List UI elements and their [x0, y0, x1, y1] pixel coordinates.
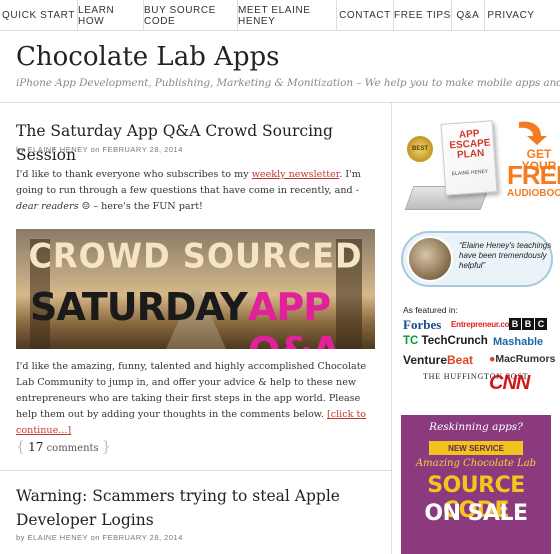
intro-text-3: – here's the FUN part! [90, 201, 203, 212]
byline-by: by [16, 533, 25, 542]
avatar [407, 236, 453, 282]
bbc-letter: B [522, 318, 534, 330]
cta-audiobook: AUDIOBOOK [507, 188, 560, 199]
sidebar: BEST APP ESCAPE PLAN ELAINE HENEY GET YO… [393, 103, 560, 554]
byline-author[interactable]: ELAINE HENEY [28, 145, 88, 154]
techcrunch-logo: TC TechCrunch [403, 335, 488, 347]
new-service-ribbon: NEW SERVICE [429, 441, 523, 455]
byline-on: on [90, 145, 100, 154]
nav-qa[interactable]: Q&A [452, 0, 485, 31]
cnn-logo: CNN [489, 372, 530, 394]
source-ad-on-sale: ON SALE [424, 501, 528, 526]
testimonial: “Elaine Heney's teachings have been trem… [401, 231, 553, 287]
entrepreneur-logo: Entrepreneur.com [451, 320, 517, 329]
smiley-icon: ☺ [81, 201, 91, 212]
featured-in-label: As featured in: [403, 305, 458, 315]
site-description: iPhone App Development, Publishing, Mark… [16, 77, 560, 89]
post-divider [0, 470, 392, 471]
page: QUICK START LEARN HOW BUY SOURCE CODE ME… [0, 0, 560, 554]
post-body-text: I'd like the amazing, funny, talented an… [16, 361, 367, 420]
byline-by: by [16, 145, 25, 154]
nav-free-tips[interactable]: FREE TIPS [394, 0, 452, 31]
post-intro: I'd like to thank everyone who subscribe… [16, 167, 376, 215]
mashable-logo: Mashable [493, 336, 544, 348]
nav-learn-how[interactable]: LEARN HOW [78, 0, 144, 31]
comments-count: 17 [28, 440, 44, 454]
nav-contact[interactable]: CONTACT [337, 0, 394, 31]
byline-on: on [90, 533, 100, 542]
source-code-ad[interactable]: Reskinning apps? NEW SERVICE Amazing Cho… [401, 415, 551, 554]
venturebeat-beat: Beat [447, 353, 474, 367]
site-title[interactable]: Chocolate Lab Apps [16, 42, 280, 72]
banner-text-saturday: SATURDAY [30, 285, 248, 329]
brace-left-icon: { [16, 439, 25, 455]
brace-right-icon: } [101, 439, 111, 455]
post-banner-image[interactable]: CROWD SOURCED SATURDAY APP Q&A [16, 229, 375, 349]
techcrunch-name: TechCrunch [421, 335, 488, 347]
top-nav: QUICK START LEARN HOW BUY SOURCE CODE ME… [0, 0, 560, 31]
newsletter-link[interactable]: weekly newsletter [252, 169, 340, 180]
forbes-logo: Forbes [403, 317, 442, 332]
huffington-post-logo: THE HUFFINGTON POST [423, 372, 529, 381]
comments-label: comments [46, 443, 99, 454]
bbc-letter: C [535, 318, 547, 330]
macrumors-logo: ●MacRumors [489, 353, 555, 365]
content-column: The Saturday App Q&A Crowd Sourcing Sess… [0, 103, 392, 554]
post-body: I'd like the amazing, funny, talented an… [16, 359, 376, 439]
byline-date: FEBRUARY 28, 2014 [102, 533, 183, 542]
bbc-logo: B B C [509, 318, 547, 330]
cta-free: FREE [507, 160, 560, 190]
bbc-letter: B [509, 318, 521, 330]
byline-author[interactable]: ELAINE HENEY [28, 533, 88, 542]
post-byline: by ELAINE HENEY on FEBRUARY 28, 2014 [16, 145, 183, 154]
nav-meet-elaine-heney[interactable]: MEET ELAINE HENEY [238, 0, 337, 31]
nav-buy-source-code[interactable]: BUY SOURCE CODE [144, 0, 238, 31]
book-title: APP ESCAPE PLAN [449, 128, 491, 161]
nav-quick-start[interactable]: QUICK START [0, 0, 78, 31]
banner-text-app-qa: APP Q&A [248, 285, 341, 349]
venturebeat-venture: Venture [403, 353, 448, 367]
curved-arrow-icon [519, 121, 547, 145]
post-title[interactable]: The Saturday App Q&A Crowd Sourcing Sess… [16, 119, 391, 167]
post-byline: by ELAINE HENEY on FEBRUARY 28, 2014 [16, 533, 183, 542]
techcrunch-mark: TC [403, 335, 419, 347]
venturebeat-logo: VentureBeat [403, 353, 473, 367]
audiobook-ad[interactable]: BEST APP ESCAPE PLAN ELAINE HENEY GET YO… [403, 118, 560, 223]
byline-date: FEBRUARY 28, 2014 [102, 145, 183, 154]
comments-link[interactable]: { 17 comments } [16, 439, 111, 455]
nav-privacy[interactable]: PRIVACY [485, 0, 537, 31]
best-badge-icon: BEST [407, 136, 433, 162]
intro-emphasis: dear readers [16, 201, 79, 212]
post-title[interactable]: Warning: Scammers trying to steal Apple … [16, 484, 376, 532]
source-ad-question: Reskinning apps? [429, 421, 523, 433]
source-ad-amazing: Amazing Chocolate Lab [415, 458, 537, 469]
intro-text-1: I'd like to thank everyone who subscribe… [16, 169, 252, 180]
macrumors-name: MacRumors [495, 353, 556, 365]
banner-text-crowd-sourced: CROWD SOURCED [28, 236, 363, 276]
testimonial-quote: “Elaine Heney's teachings have been trem… [459, 241, 552, 270]
